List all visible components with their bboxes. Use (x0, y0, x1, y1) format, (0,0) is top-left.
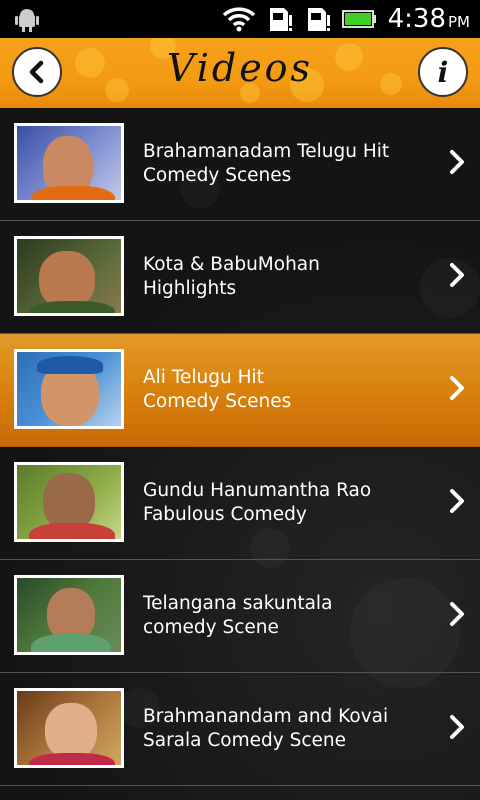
android-debug-icon (15, 9, 39, 32)
chevron-right-icon (450, 602, 464, 626)
clock-time: 4:38 (387, 4, 446, 34)
video-list: Brahamanadam Telugu Hit Comedy Scenes Ko… (0, 108, 480, 800)
video-list-item[interactable]: Gundu Hanumantha Rao Fabulous Comedy (0, 447, 480, 560)
video-list-item[interactable]: Telangana sakuntala comedy Scene (0, 560, 480, 673)
wifi-icon (222, 7, 255, 32)
info-icon: i (437, 55, 449, 89)
video-title: Ali Telugu Hit Comedy Scenes (143, 367, 292, 412)
sd-card-warning-icon-2 (307, 8, 330, 31)
clock-ampm: PM (448, 13, 470, 31)
video-list-item-selected[interactable]: Ali Telugu Hit Comedy Scenes (0, 334, 480, 447)
video-list-item[interactable]: Brahamanadam Telugu Hit Comedy Scenes (0, 108, 480, 221)
video-thumbnail (14, 688, 124, 768)
sd-card-warning-icon (269, 8, 292, 31)
chevron-right-icon (450, 376, 464, 400)
chevron-right-icon (450, 150, 464, 174)
battery-icon (341, 10, 376, 28)
video-list-item[interactable]: Brahmanandam and Kovai Sarala Comedy Sce… (0, 673, 480, 786)
video-title: Kota & BabuMohan Highlights (143, 254, 320, 299)
clock: 4:38 PM (388, 4, 470, 34)
status-bar: 4:38 PM (0, 0, 480, 38)
page-title: Videos (166, 46, 314, 90)
video-title: Brahamanadam Telugu Hit Comedy Scenes (143, 141, 390, 186)
video-thumbnail (14, 236, 124, 316)
video-thumbnail (14, 349, 124, 429)
chevron-right-icon (450, 489, 464, 513)
video-thumbnail (14, 123, 124, 203)
video-title: Gundu Hanumantha Rao Fabulous Comedy (143, 480, 372, 525)
video-title: Brahmanandam and Kovai Sarala Comedy Sce… (143, 706, 389, 751)
info-button[interactable]: i (418, 47, 468, 97)
app-header: Videos i (0, 38, 480, 108)
video-title: Telangana sakuntala comedy Scene (143, 593, 333, 638)
video-thumbnail (14, 462, 124, 542)
chevron-right-icon (450, 263, 464, 287)
video-list-item[interactable]: Kota & BabuMohan Highlights (0, 221, 480, 334)
video-thumbnail (14, 575, 124, 655)
chevron-right-icon (450, 715, 464, 739)
